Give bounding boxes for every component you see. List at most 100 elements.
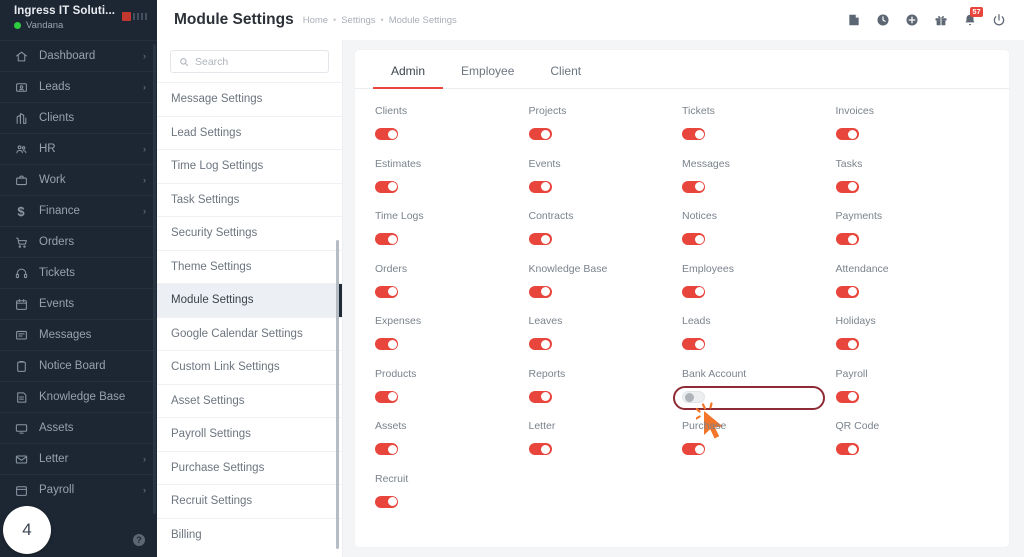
toggle-knob [387, 444, 397, 454]
module-toggle-letter[interactable] [528, 443, 552, 455]
tab-employee[interactable]: Employee [443, 54, 532, 89]
settings-item-security-settings[interactable]: Security Settings [157, 216, 342, 250]
sidebar-item-work[interactable]: Work › [0, 164, 157, 195]
sidebar-item-tickets[interactable]: Tickets [0, 257, 157, 288]
settings-item-message-settings[interactable]: Message Settings [157, 82, 342, 116]
tab-admin[interactable]: Admin [373, 54, 444, 89]
settings-item-payroll-settings[interactable]: Payroll Settings [157, 417, 342, 451]
toggle-knob [684, 393, 694, 402]
module-toggle-leads[interactable] [682, 338, 705, 350]
settings-item-lead-settings[interactable]: Lead Settings [157, 115, 342, 150]
toggle-knob [541, 392, 550, 401]
search-icon [180, 57, 189, 66]
sidebar-item-label: Dashboard [39, 50, 96, 62]
settings-item-module-settings[interactable]: Module Settings [157, 283, 342, 317]
sidebar-item-finance[interactable]: $ Finance › [0, 195, 157, 226]
sidebar-item-payroll[interactable]: Payroll › [0, 474, 157, 505]
note-icon[interactable] [847, 13, 861, 27]
module-toggle-time-logs[interactable] [375, 233, 398, 245]
sidebar-item-dashboard[interactable]: Dashboard › [0, 40, 157, 71]
help-icon[interactable]: ? [133, 534, 145, 546]
module-cell-recruit: Recruit [375, 473, 529, 526]
module-toggle-expenses[interactable] [375, 338, 398, 350]
chevron-right-icon: › [143, 175, 146, 185]
module-toggle-notices[interactable] [682, 233, 705, 245]
settings-item-google-calendar-settings[interactable]: Google Calendar Settings [157, 316, 342, 351]
toggle-knob [387, 234, 397, 244]
module-toggle-products[interactable] [375, 390, 398, 403]
sidebar-item-label: Tickets [39, 267, 75, 279]
module-toggle-events[interactable] [528, 180, 552, 193]
toggle-knob [694, 287, 704, 296]
sidebar-item-notice-board[interactable]: Notice Board [0, 350, 157, 381]
sidebar-item-leads[interactable]: Leads › [0, 71, 157, 102]
toggle-knob [694, 129, 704, 139]
module-toggle-leaves[interactable] [528, 338, 552, 350]
module-label: Events [528, 157, 561, 170]
settings-item-custom-link-settings[interactable]: Custom Link Settings [157, 350, 342, 384]
settings-item-recruit-settings[interactable]: Recruit Settings [157, 484, 342, 518]
sidebar-item-clients[interactable]: Clients [0, 102, 157, 133]
module-toggle-payments[interactable] [835, 233, 859, 245]
book-icon [14, 390, 28, 404]
search-input[interactable] [195, 55, 320, 68]
settings-item-asset-settings[interactable]: Asset Settings [157, 383, 342, 418]
breadcrumb-item[interactable]: Settings [341, 15, 375, 26]
settings-item-theme-settings[interactable]: Theme Settings [157, 249, 342, 284]
module-toggle-messages[interactable] [682, 180, 705, 193]
breadcrumb-item[interactable]: Home [303, 15, 328, 26]
sidebar-item-knowledge-base[interactable]: Knowledge Base [0, 381, 157, 412]
settings-item-purchase-settings[interactable]: Purchase Settings [157, 450, 342, 485]
settings-item-time-log-settings[interactable]: Time Log Settings [157, 149, 342, 183]
clock-icon[interactable] [876, 13, 890, 27]
sidebar-item-orders[interactable]: Orders [0, 226, 157, 257]
gift-icon[interactable] [934, 13, 948, 27]
sidebar-item-messages[interactable]: Messages [0, 319, 157, 350]
breadcrumb-item[interactable]: Module Settings [389, 15, 457, 26]
sidebar-item-events[interactable]: Events [0, 288, 157, 319]
module-label: Leaves [528, 315, 563, 327]
module-toggle-invoices[interactable] [835, 128, 859, 140]
step-badge: 4 [3, 506, 51, 554]
module-toggle-purchase[interactable] [682, 443, 705, 455]
module-cell-notices: Notices [682, 210, 836, 263]
module-label: Tickets [682, 105, 715, 117]
module-toggle-payroll[interactable] [835, 390, 859, 403]
module-toggle-recruit[interactable] [375, 495, 398, 508]
plus-circle-icon[interactable] [905, 13, 919, 27]
search-box[interactable] [170, 50, 329, 73]
settings-item-task-settings[interactable]: Task Settings [157, 182, 342, 217]
toggle-knob [848, 444, 857, 454]
bell-icon[interactable]: 57 [963, 7, 983, 27]
module-toggle-tickets[interactable] [682, 128, 705, 140]
module-toggle-orders[interactable] [375, 285, 398, 298]
module-label: Holidays [835, 315, 876, 327]
online-status-dot [14, 22, 21, 29]
breadcrumb: Home • Settings • Module Settings [303, 15, 457, 26]
sidebar-scrollbar[interactable] [153, 44, 156, 514]
module-toggle-tasks[interactable] [835, 180, 859, 193]
toggle-knob [848, 392, 857, 401]
module-toggle-clients[interactable] [375, 128, 398, 140]
module-toggle-qr-code[interactable] [835, 443, 859, 455]
power-icon[interactable] [992, 13, 1006, 27]
module-toggle-reports[interactable] [528, 390, 552, 403]
settings-item-billing[interactable]: Billing [157, 517, 342, 552]
module-toggle-employees[interactable] [682, 285, 705, 298]
search-wrapper [157, 40, 342, 82]
module-cell-leads: Leads [682, 315, 836, 368]
tab-client[interactable]: Client [532, 54, 599, 89]
toggle-knob [694, 444, 704, 454]
module-toggle-attendance[interactable] [835, 285, 859, 298]
module-toggle-knowledge-base[interactable] [528, 285, 552, 298]
sidebar-item-hr[interactable]: HR › [0, 133, 157, 164]
settings-scrollbar[interactable] [336, 240, 339, 549]
module-toggle-contracts[interactable] [528, 233, 552, 245]
module-toggle-holidays[interactable] [835, 338, 859, 350]
module-toggle-bank-account[interactable] [682, 390, 705, 403]
sidebar-item-assets[interactable]: Assets [0, 412, 157, 443]
sidebar-item-letter[interactable]: Letter › [0, 443, 157, 474]
module-toggle-estimates[interactable] [375, 180, 398, 193]
module-toggle-projects[interactable] [528, 128, 552, 140]
module-toggle-assets[interactable] [375, 443, 398, 455]
